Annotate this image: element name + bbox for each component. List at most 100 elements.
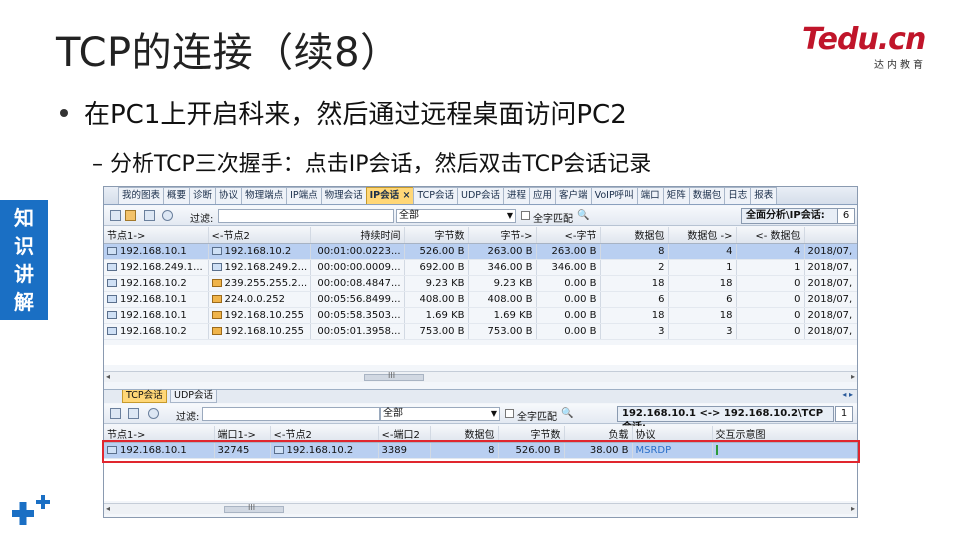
broadcast-icon (211, 294, 222, 303)
tab-client[interactable]: 客户端 (555, 187, 592, 204)
computer-icon (211, 262, 222, 271)
refresh-icon[interactable] (148, 408, 159, 419)
column-header[interactable]: <- 数据包 (736, 227, 805, 244)
cell-bytes: 692.00 B (404, 259, 469, 276)
cell-bytes-out: 753.00 B (468, 323, 537, 340)
cell-packets: 3 (600, 323, 669, 340)
column-header[interactable]: 字节数 (404, 227, 469, 244)
side-char: 讲 (14, 262, 34, 286)
tcp-table-empty-area (104, 459, 857, 501)
tab-diagnosis[interactable]: 诊断 (189, 187, 217, 204)
scroll-left-icon[interactable]: ◂ (106, 504, 110, 513)
column-header[interactable]: 数据包 (600, 227, 669, 244)
tcp-filter-input[interactable] (202, 407, 380, 421)
tab-packets[interactable]: 数据包 (688, 187, 726, 204)
cell-bytes: 408.00 B (404, 291, 469, 308)
cell-node2: 224.0.0.252 (224, 293, 285, 305)
tab-log[interactable]: 日志 (724, 187, 752, 204)
table-row[interactable]: 192.168.10.1 192.168.10.2 00:01:00.0223.… (104, 243, 857, 260)
column-header[interactable]: 数据包 -> (668, 227, 737, 244)
cell-time: 2018/07, (804, 291, 857, 308)
cell-node2: 192.168.10.255 (224, 325, 305, 337)
tcp-table-scrollbar[interactable]: ◂ III ▸ (104, 503, 857, 514)
tcp-filter-scope-value: 全部 (383, 408, 403, 419)
export-icon[interactable] (110, 408, 121, 419)
close-icon[interactable]: × (402, 190, 410, 201)
tab-physical-endpoints[interactable]: 物理端点 (241, 187, 288, 204)
cell-time: 2018/07, (804, 259, 857, 276)
cell-duration: 00:01:00.0223... (310, 243, 405, 260)
tab-physical-sessions[interactable]: 物理会话 (320, 187, 367, 204)
scroll-right-icon[interactable]: ▸ (851, 504, 855, 513)
ip-toolbar: 过滤: 全部 ▼ 全字匹配 🔍 全面分析\IP会话: 6 (104, 206, 857, 226)
chevron-down-icon: ▼ (506, 211, 513, 220)
column-header[interactable]: 字节-> (468, 227, 537, 244)
tab-tcp-sessions[interactable]: TCP会话 (413, 187, 459, 204)
whole-word-label: 全字匹配 (517, 412, 557, 423)
cell-packets: 18 (600, 275, 669, 292)
column-header[interactable]: 节点1-> (104, 227, 209, 244)
table-row[interactable]: 192.168.10.1 224.0.0.252 00:05:56.8499..… (104, 291, 857, 308)
column-header[interactable] (804, 227, 857, 244)
column-header[interactable]: <-节点2 (208, 227, 311, 244)
tab-matrix[interactable]: 矩阵 (662, 187, 690, 204)
computer-icon (107, 246, 117, 255)
tab-ip-sessions[interactable]: IP会话 × (365, 187, 415, 204)
tab-udp-sessions[interactable]: UDP会话 (457, 187, 505, 204)
table-row[interactable]: 192.168.10.2 192.168.10.255 00:05:01.395… (104, 323, 857, 340)
tab-protocol[interactable]: 协议 (215, 187, 243, 204)
refresh-icon[interactable] (162, 210, 173, 221)
ip-table-scrollbar[interactable]: ◂ III ▸ (104, 371, 857, 382)
scroll-right-icon[interactable]: ▸ (851, 372, 855, 381)
tab-port[interactable]: 端口 (636, 187, 664, 204)
cell-packets-out: 3 (668, 323, 737, 340)
cell-node2: 239.255.255.2... (224, 277, 308, 289)
cell-duration: 00:05:56.8499... (310, 291, 405, 308)
tab-tcp-sessions-bottom[interactable]: TCP会话 (122, 390, 167, 403)
side-char: 知 (14, 206, 34, 230)
table-row[interactable]: 192.168.10.2 239.255.255.2... 00:00:08.4… (104, 275, 857, 292)
cell-duration: 00:00:08.4847... (310, 275, 405, 292)
filter-input[interactable] (218, 209, 394, 223)
logo-word: Tedu.cn (802, 22, 926, 57)
cell-duration: 00:00:00.0009... (310, 259, 405, 276)
cell-time: 2018/07, (804, 323, 857, 340)
tab-ip-endpoints[interactable]: IP端点 (286, 187, 322, 204)
filter-icon[interactable] (128, 408, 139, 419)
tab-report[interactable]: 报表 (750, 187, 778, 204)
bullet-1-text: 在PC1上开启科来，然后通过远程桌面访问PC2 (84, 100, 627, 130)
cell-time: 2018/07, (804, 243, 857, 260)
tab-scroll-arrows-icon[interactable]: ◂ ▸ (842, 390, 853, 399)
tab-my-charts[interactable]: 我的图表 (118, 187, 165, 204)
cell-packets: 2 (600, 259, 669, 276)
search-icon[interactable]: 🔍 (577, 210, 589, 221)
cell-bytes-in: 263.00 B (536, 243, 601, 260)
cell-packets: 8 (600, 243, 669, 260)
cell-node2: 192.168.10.2 (224, 245, 292, 257)
table-row[interactable]: 192.168.249.1... 192.168.249.2... 00:00:… (104, 259, 857, 276)
column-header[interactable]: 持续时间 (310, 227, 405, 244)
cell-node2: 192.168.10.255 (224, 309, 305, 321)
tab-process[interactable]: 进程 (503, 187, 531, 204)
whole-word-checkbox[interactable] (521, 211, 530, 220)
export-icon[interactable] (110, 210, 121, 221)
table-row[interactable]: 192.168.10.1 192.168.10.255 00:05:58.350… (104, 307, 857, 324)
side-label: 知 识 讲 解 (0, 200, 48, 320)
tcp-toolbar: 过滤: 全部 ▼ 全字匹配 🔍 192.168.10.1 <-> 192.168.… (104, 404, 857, 433)
locate-icon[interactable] (125, 210, 136, 221)
column-header[interactable]: <-字节 (536, 227, 601, 244)
tab-summary[interactable]: 概要 (163, 187, 191, 204)
whole-word-checkbox[interactable] (505, 409, 514, 418)
scroll-left-icon[interactable]: ◂ (106, 372, 110, 381)
tab-application[interactable]: 应用 (529, 187, 557, 204)
filter-scope-select[interactable]: 全部 ▼ (396, 209, 516, 223)
tcp-filter-scope-select[interactable]: 全部 ▼ (380, 407, 500, 421)
filter-icon[interactable] (144, 210, 155, 221)
cell-node1: 192.168.10.1 (120, 293, 187, 305)
cell-node1: 192.168.10.1 (120, 245, 187, 257)
cell-bytes-in: 0.00 B (536, 275, 601, 292)
tab-voip[interactable]: VoIP呼叫 (590, 187, 638, 204)
tab-udp-sessions-bottom[interactable]: UDP会话 (170, 390, 217, 403)
side-char: 解 (14, 290, 34, 314)
search-icon[interactable]: 🔍 (561, 408, 573, 419)
